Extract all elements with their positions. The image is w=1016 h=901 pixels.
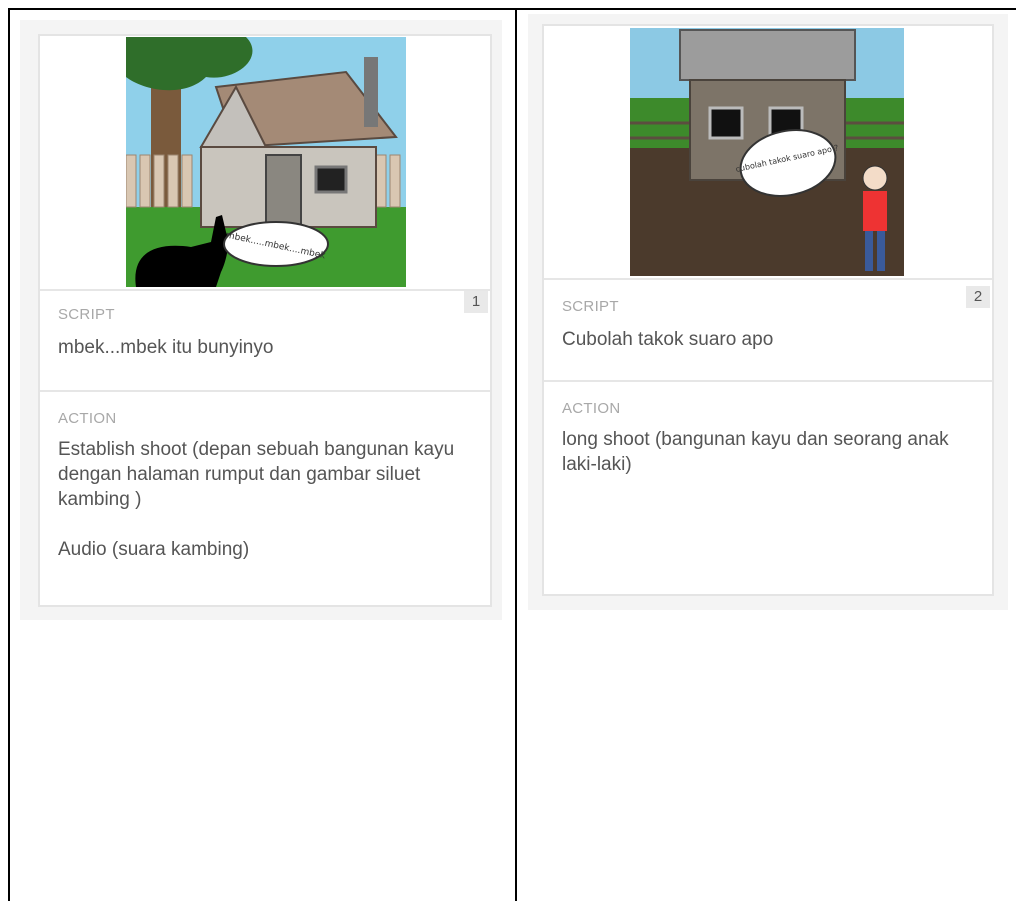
action-label: ACTION [562, 400, 621, 417]
script-section-1: SCRIPT mbek...mbek itu bunyinyo [40, 306, 490, 360]
scene-illustration-2: cubolah takok suaro apo ? [630, 28, 904, 276]
script-text[interactable]: Cubolah takok suaro apo [562, 327, 974, 352]
action-text[interactable]: long shoot (bangunan kayu dan seorang an… [562, 427, 974, 477]
script-label: SCRIPT [58, 306, 115, 323]
action-text[interactable]: Establish shoot (depan sebuah bangunan k… [58, 437, 472, 562]
storyboard-cell-1: mbek.....mbek....mbek 1 SCRIPT mbek...mb… [20, 20, 502, 620]
scene-image-1: mbek.....mbek....mbek [40, 36, 490, 291]
action-section-2: ACTION long shoot (bangunan kayu dan seo… [544, 380, 992, 477]
script-label: SCRIPT [562, 298, 619, 315]
script-text[interactable]: mbek...mbek itu bunyinyo [58, 335, 472, 360]
storyboard-cell-2: cubolah takok suaro apo ? 2 SCRIPT Cubol… [528, 14, 1008, 610]
cell-card-2: cubolah takok suaro apo ? 2 SCRIPT Cubol… [542, 24, 994, 596]
scene-illustration-1: mbek.....mbek....mbek [126, 37, 406, 287]
scene-image-2: cubolah takok suaro apo ? [544, 26, 992, 280]
column-divider [515, 8, 517, 901]
action-label: ACTION [58, 410, 117, 427]
action-section-1: ACTION Establish shoot (depan sebuah ban… [40, 390, 490, 562]
script-section-2: SCRIPT Cubolah takok suaro apo [544, 298, 992, 352]
cell-card-1: mbek.....mbek....mbek 1 SCRIPT mbek...mb… [38, 34, 492, 607]
